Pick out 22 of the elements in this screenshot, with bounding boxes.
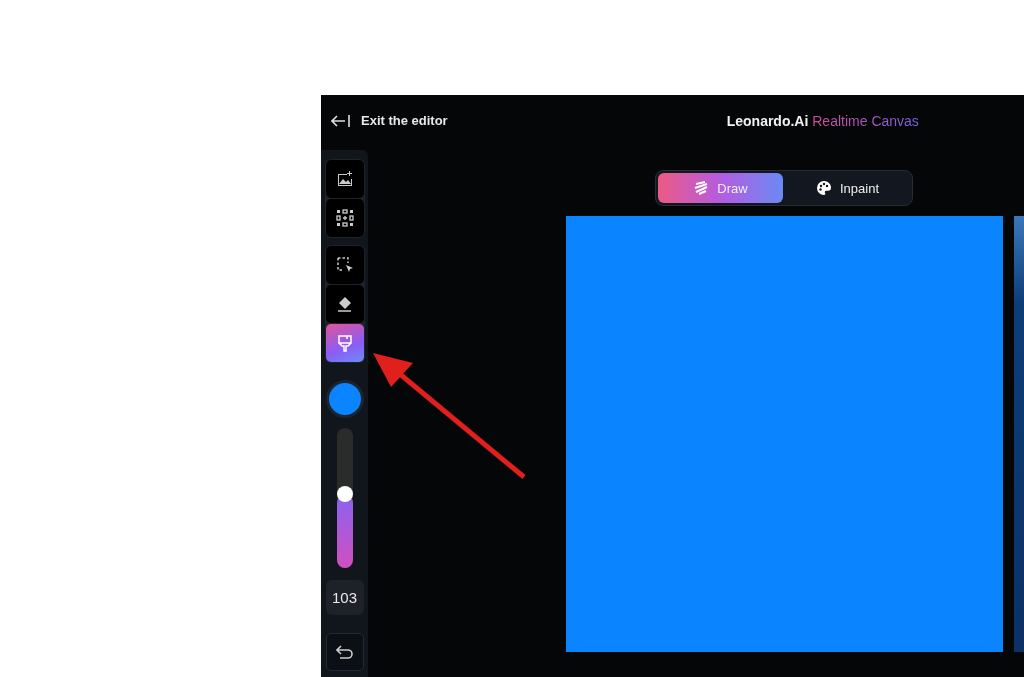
exit-editor-button[interactable]: Exit the editor xyxy=(321,113,448,128)
undo-button[interactable] xyxy=(325,633,364,671)
slider-thumb[interactable] xyxy=(336,486,353,503)
brush-tool-button[interactable] xyxy=(325,324,364,362)
eraser-tool-button[interactable] xyxy=(325,285,364,323)
brush-size-value: 103 xyxy=(325,580,364,615)
image-plus-icon xyxy=(335,170,354,188)
mode-tab[interactable]: Inpaint xyxy=(785,173,910,203)
selection-icon xyxy=(335,256,354,274)
paintbrush-icon xyxy=(335,334,354,352)
eraser-icon xyxy=(335,295,354,313)
color-swatch[interactable] xyxy=(325,380,364,418)
brush-size-slider[interactable] xyxy=(336,428,353,568)
select-tool-button[interactable] xyxy=(325,246,364,284)
add-image-tool-button[interactable] xyxy=(325,160,364,198)
app-title: Leonardo.Ai Realtime Canvas xyxy=(726,112,919,129)
palette-icon xyxy=(815,180,832,196)
scribble-icon xyxy=(693,181,710,195)
undo-icon xyxy=(335,645,354,659)
back-arrow-icon xyxy=(331,113,351,128)
grid-tool-button[interactable] xyxy=(325,199,364,237)
grid-icon xyxy=(335,209,354,227)
